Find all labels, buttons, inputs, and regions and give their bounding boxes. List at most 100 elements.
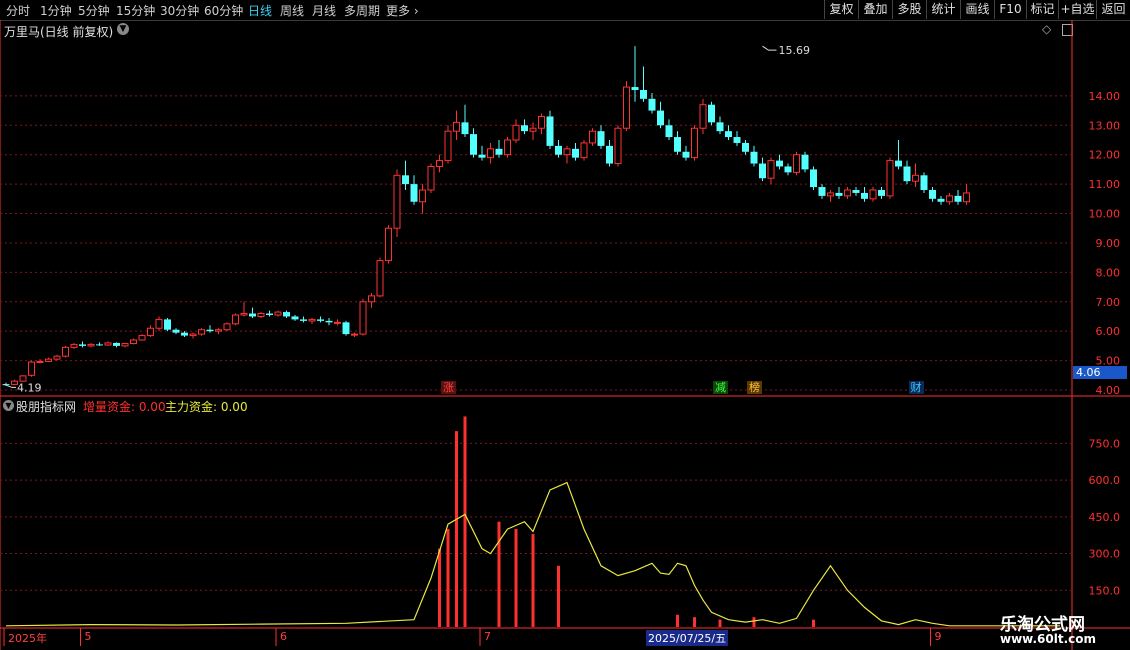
event-marker-0: 涨 xyxy=(441,381,456,394)
ind-bar-8 xyxy=(676,614,679,627)
main-y-tick-5: 9.00 xyxy=(1096,237,1121,250)
candle-body-9 xyxy=(79,344,86,346)
candle-body-71 xyxy=(606,145,613,164)
kline-chart: 4.005.006.007.008.009.0010.0011.0012.001… xyxy=(0,20,1130,650)
candle-92 xyxy=(784,163,792,176)
candle-body-87 xyxy=(742,142,749,152)
candle-84 xyxy=(716,116,724,135)
candle-68 xyxy=(580,140,588,161)
candle-74 xyxy=(631,46,639,102)
low-annotation-label: 4.19 xyxy=(17,381,42,394)
candle-85 xyxy=(725,125,732,140)
candle-body-85 xyxy=(725,131,732,138)
candle-body-38 xyxy=(325,320,333,323)
ind-bar-12 xyxy=(812,619,815,627)
candle-24 xyxy=(206,325,214,333)
candle-body-109 xyxy=(929,190,936,199)
candle-106 xyxy=(903,160,911,185)
candle-body-65 xyxy=(555,145,562,155)
candle-4 xyxy=(36,359,44,364)
candle-64 xyxy=(546,110,554,149)
candle-body-24 xyxy=(206,329,214,332)
date-label-3: 7 xyxy=(484,630,491,643)
candle-body-11 xyxy=(96,344,103,346)
candle-38 xyxy=(325,317,333,326)
indicator-chevron-down-icon[interactable]: ▼ xyxy=(3,400,14,411)
candle-34 xyxy=(291,315,299,321)
candle-5 xyxy=(45,357,52,363)
event-marker-3: 财 xyxy=(908,381,924,394)
ind-bar-10 xyxy=(718,619,722,627)
candle-30 xyxy=(257,312,265,318)
candle-body-7 xyxy=(62,346,69,357)
ind-y-tick-0: 150.0 xyxy=(1089,584,1121,597)
candle-72 xyxy=(614,125,622,167)
date-label-2: 6 xyxy=(280,630,287,643)
candle-body-30 xyxy=(257,313,265,317)
candle-18 xyxy=(155,316,163,332)
candle-3 xyxy=(28,360,35,377)
candle-body-3 xyxy=(28,361,35,376)
candle-body-105 xyxy=(895,160,902,167)
indicator-title: 股朋指标网 xyxy=(16,400,77,414)
candle-21 xyxy=(181,331,188,338)
candle-body-4 xyxy=(36,360,44,363)
candle-28 xyxy=(240,301,248,317)
ind-y-tick-2: 450.0 xyxy=(1089,511,1121,524)
candle-70 xyxy=(597,125,605,149)
candle-body-31 xyxy=(266,313,273,315)
candle-body-89 xyxy=(759,163,766,179)
candle-41 xyxy=(351,332,358,338)
candle-112 xyxy=(954,190,962,205)
candle-59 xyxy=(504,137,511,158)
candle-body-66 xyxy=(563,148,571,156)
candle-102 xyxy=(869,187,877,202)
candle-body-56 xyxy=(478,154,486,158)
candle-body-8 xyxy=(70,343,78,348)
candle-73 xyxy=(623,81,630,132)
candle-29 xyxy=(249,307,256,318)
candle-body-47 xyxy=(402,175,409,185)
candle-body-92 xyxy=(784,166,792,173)
candle-body-95 xyxy=(810,169,817,188)
candle-53 xyxy=(453,110,460,140)
candle-67 xyxy=(572,142,579,161)
candle-37 xyxy=(317,316,324,323)
candle-body-43 xyxy=(368,295,375,303)
candle-43 xyxy=(368,292,375,308)
candle-98 xyxy=(835,187,843,199)
candle-body-62 xyxy=(529,127,537,132)
candle-50 xyxy=(427,163,435,193)
main-y-tick-10: 14.00 xyxy=(1089,90,1121,103)
candle-97 xyxy=(827,190,834,202)
candle-71 xyxy=(606,140,613,167)
candle-body-37 xyxy=(317,319,324,321)
date-label-1: 5 xyxy=(84,630,92,643)
candle-110 xyxy=(937,195,945,205)
ind-bar-11 xyxy=(752,617,756,627)
current-price-box: 4.06 xyxy=(1073,366,1127,379)
candle-body-55 xyxy=(470,134,477,155)
ind-y-tick-4: 750.0 xyxy=(1089,437,1121,450)
candle-body-36 xyxy=(308,318,316,322)
candle-89 xyxy=(759,157,766,182)
candle-body-40 xyxy=(342,322,350,335)
candle-77 xyxy=(657,101,664,129)
main-y-tick-7: 11.00 xyxy=(1089,178,1121,191)
candle-body-74 xyxy=(631,87,639,90)
candle-body-17 xyxy=(147,327,154,337)
candle-91 xyxy=(776,154,783,170)
candle-36 xyxy=(308,317,316,324)
date-label-0: 2025年 xyxy=(8,632,47,645)
candle-body-108 xyxy=(920,175,928,190)
main-y-tick-6: 10.00 xyxy=(1089,208,1121,221)
candle-63 xyxy=(538,113,545,135)
candle-51 xyxy=(436,154,443,173)
ind-bar-0 xyxy=(438,548,441,627)
high-annotation-leader xyxy=(762,45,777,51)
candle-78 xyxy=(665,119,673,140)
candle-61 xyxy=(521,119,528,135)
candle-52 xyxy=(444,125,452,164)
candle-body-45 xyxy=(385,227,392,262)
candle-40 xyxy=(342,320,350,336)
